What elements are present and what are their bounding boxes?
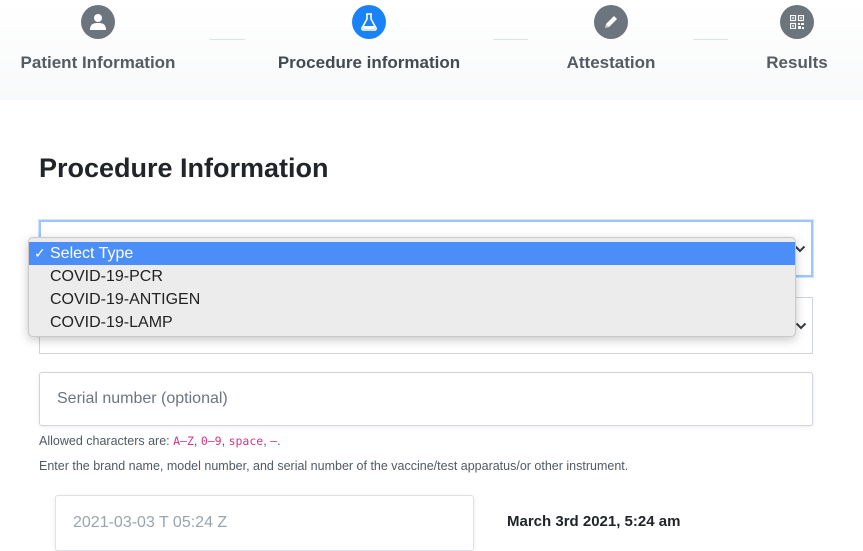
step-connector [210,39,245,40]
dropdown-option[interactable]: COVID-19-LAMP [29,311,795,334]
separator: , [221,434,229,448]
datetime-input[interactable] [55,495,474,551]
option-label: Select Type [50,245,134,262]
allowed-characters-help: Allowed characters are: A–Z, 0–9, space,… [39,434,281,448]
step-patient-information[interactable]: Patient Information [15,0,181,73]
allowed-code: A–Z [173,434,194,448]
option-label: COVID-19-LAMP [50,314,173,331]
dropdown-option[interactable]: COVID-19-ANTIGEN [29,288,795,311]
step-label: Procedure information [277,53,461,72]
dropdown-option[interactable]: COVID-19-PCR [29,265,795,288]
serial-number-input[interactable] [39,372,813,426]
allowed-prefix: Allowed characters are: [39,434,174,448]
step-results[interactable]: Results [761,0,833,73]
step-label: Patient Information [20,53,176,72]
brand-help-text: Enter the brand name, model number, and … [39,459,629,473]
user-icon [81,5,115,39]
checkmark-icon: ✓ [34,245,46,261]
chevron-down-icon [795,317,807,335]
step-label: Results [766,53,828,72]
allowed-code: space [228,434,264,448]
page-title: Procedure Information [39,153,329,183]
flask-icon [352,5,386,39]
option-label: COVID-19-ANTIGEN [50,291,201,308]
step-label: Attestation [566,53,656,72]
step-connector [493,39,528,40]
step-procedure-information[interactable]: Procedure information [271,0,467,73]
step-attestation[interactable]: Attestation [560,0,662,73]
step-connector [693,39,728,40]
allowed-suffix: . [277,434,281,448]
qr-code-icon [780,5,814,39]
datetime-display: March 3rd 2021, 5:24 am [507,513,681,530]
dropdown-option[interactable]: ✓ Select Type [29,242,795,265]
option-label: COVID-19-PCR [50,268,163,285]
separator: , [193,434,201,448]
test-type-dropdown-list: ✓ Select Type COVID-19-PCR COVID-19-ANTI… [28,237,796,337]
progress-stepper: Patient Information Procedure informatio… [0,0,863,100]
pencil-icon [594,5,628,39]
allowed-code: 0–9 [200,434,222,448]
